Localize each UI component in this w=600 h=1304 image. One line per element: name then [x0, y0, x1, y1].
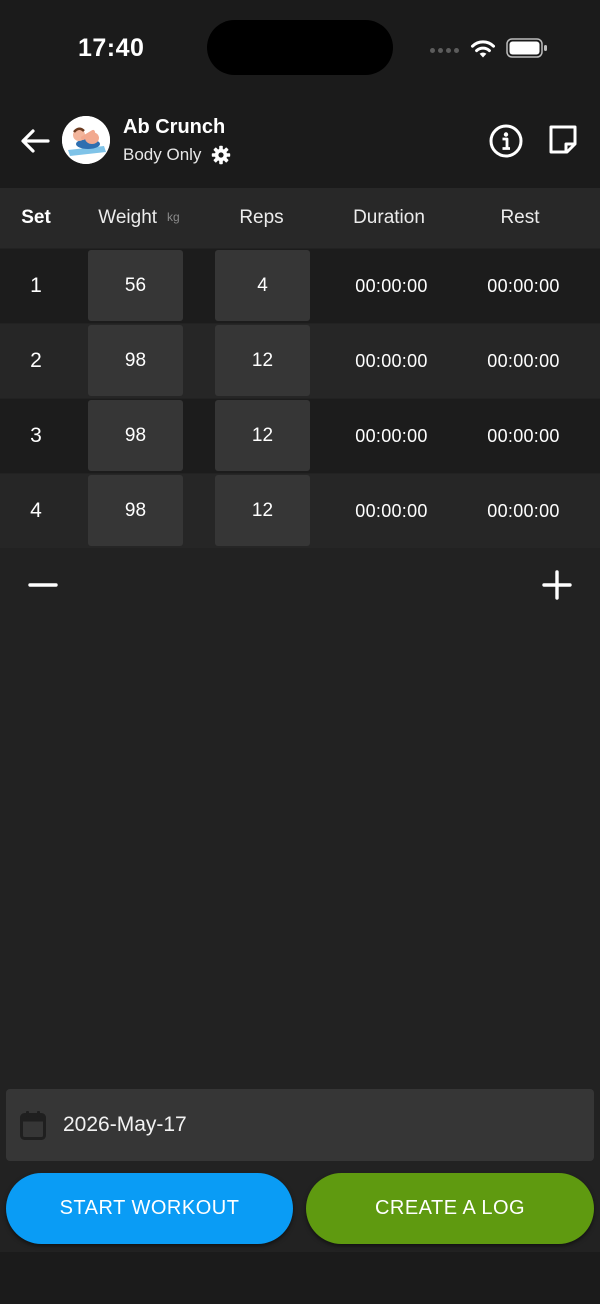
equipment-label: Body Only	[123, 145, 202, 164]
column-header-weight: Weight kg	[84, 188, 194, 248]
column-header-rest: Rest	[500, 207, 540, 228]
weight-unit-label: kg	[167, 210, 180, 224]
set-number: 2	[30, 349, 42, 372]
bottom-safe-area	[0, 1252, 600, 1304]
set-number: 3	[30, 424, 42, 447]
set-row: 1 56 4 00:00:00 00:00:00	[0, 249, 600, 323]
date-value: 2026-May-17	[63, 1113, 187, 1136]
battery-icon	[506, 38, 547, 58]
dynamic-island	[207, 20, 393, 75]
duration-field[interactable]: 00:00:00	[330, 399, 453, 473]
wifi-icon	[471, 40, 495, 58]
duration-field[interactable]: 00:00:00	[330, 249, 453, 323]
back-arrow-icon[interactable]	[18, 124, 52, 158]
rest-field[interactable]: 00:00:00	[462, 324, 585, 398]
rest-field[interactable]: 00:00:00	[462, 474, 585, 548]
exercise-illustration-icon	[62, 116, 110, 164]
duration-field[interactable]: 00:00:00	[330, 474, 453, 548]
weight-input[interactable]: 98	[88, 400, 183, 471]
gear-icon[interactable]	[211, 145, 231, 165]
info-icon[interactable]	[488, 123, 524, 159]
column-header-weight-label: Weight	[98, 207, 158, 228]
note-icon[interactable]	[546, 123, 580, 157]
start-workout-button[interactable]: START WORKOUT	[6, 1173, 293, 1244]
column-header-reps: Reps	[239, 207, 284, 228]
rest-field[interactable]: 00:00:00	[462, 399, 585, 473]
signal-icon	[430, 48, 459, 53]
reps-input[interactable]: 12	[215, 400, 310, 471]
date-picker[interactable]: 2026-May-17	[6, 1089, 594, 1161]
weight-input[interactable]: 56	[88, 250, 183, 321]
weight-input[interactable]: 98	[88, 325, 183, 396]
set-number: 1	[30, 274, 42, 297]
reps-input[interactable]: 12	[215, 325, 310, 396]
exercise-title: Ab Crunch	[123, 116, 226, 138]
column-header-set: Set	[21, 207, 51, 228]
minus-icon[interactable]	[26, 568, 60, 602]
status-time: 17:40	[78, 34, 145, 62]
sets-table-body: 1 56 4 00:00:00 00:00:00 2 98 12 00:00:0…	[0, 249, 600, 549]
set-row: 3 98 12 00:00:00 00:00:00	[0, 399, 600, 473]
set-number: 4	[30, 499, 42, 522]
exercise-avatar	[62, 116, 110, 164]
set-row: 4 98 12 00:00:00 00:00:00	[0, 474, 600, 548]
duration-field[interactable]: 00:00:00	[330, 324, 453, 398]
weight-input[interactable]: 98	[88, 475, 183, 546]
sets-table-header: Set Weight kg Reps Duration Rest	[0, 188, 600, 248]
set-row: 2 98 12 00:00:00 00:00:00	[0, 324, 600, 398]
equipment-selector[interactable]: Body Only	[123, 145, 231, 165]
plus-icon[interactable]	[540, 568, 574, 602]
rest-field[interactable]: 00:00:00	[462, 249, 585, 323]
reps-input[interactable]: 4	[215, 250, 310, 321]
create-log-button[interactable]: CREATE A LOG	[306, 1173, 594, 1244]
calendar-icon	[20, 1111, 46, 1140]
exercise-header: Ab Crunch Body Only	[0, 96, 600, 188]
column-header-duration: Duration	[353, 207, 425, 228]
reps-input[interactable]: 12	[215, 475, 310, 546]
status-bar: 17:40	[0, 0, 600, 96]
